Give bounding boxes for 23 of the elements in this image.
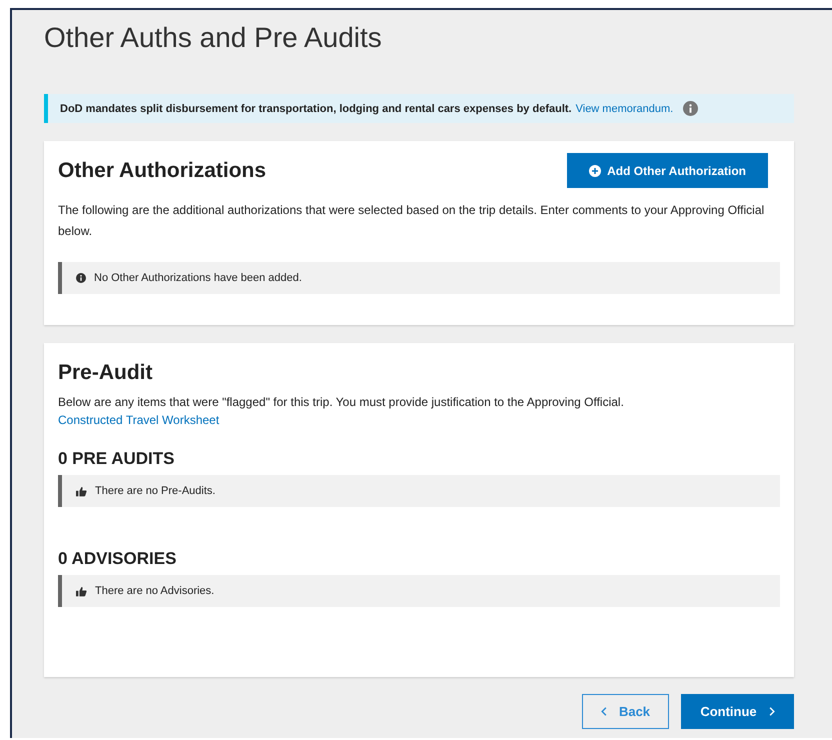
worksheet-link[interactable]: Constructed Travel Worksheet	[58, 413, 220, 427]
back-button[interactable]: Back	[582, 694, 669, 729]
memorandum-link[interactable]: View memorandum.	[576, 102, 674, 114]
notice-text: There are no Pre-Audits.	[95, 485, 216, 497]
page-title: Other Auths and Pre Audits	[44, 21, 383, 55]
thumbs-up-icon	[76, 486, 87, 496]
thumbs-up-icon	[76, 586, 87, 596]
continue-button[interactable]: Continue	[681, 694, 794, 729]
section-title: Other Authorizations	[58, 158, 266, 182]
notice-text: There are no Advisories.	[95, 585, 214, 597]
banner-text: DoD mandates split disbursement for transportation, lodging and rental cars expenses by default.	[60, 102, 572, 114]
section-title: Pre-Audit	[58, 361, 154, 385]
section-description: Below are any items that were "flagged" for this trip. You must provide justification to the Approving Official.	[58, 394, 625, 411]
group-heading: 0 ADVISORIES	[58, 549, 178, 569]
add-other-authorization-button[interactable]: Add Other Authorization	[567, 153, 768, 188]
group-heading: 0 PRE AUDITS	[58, 449, 176, 469]
info-icon	[683, 101, 698, 116]
section-description: The following are the additional authorizations that were selected based on the trip details. Enter comments to your Approving Official below.	[58, 202, 766, 240]
notice-text: No Other Authorizations have been added.	[94, 272, 302, 284]
chevron-right-icon	[768, 707, 775, 716]
chevron-left-icon	[600, 707, 607, 716]
info-icon	[76, 273, 86, 283]
plus-circle-icon	[589, 164, 602, 176]
